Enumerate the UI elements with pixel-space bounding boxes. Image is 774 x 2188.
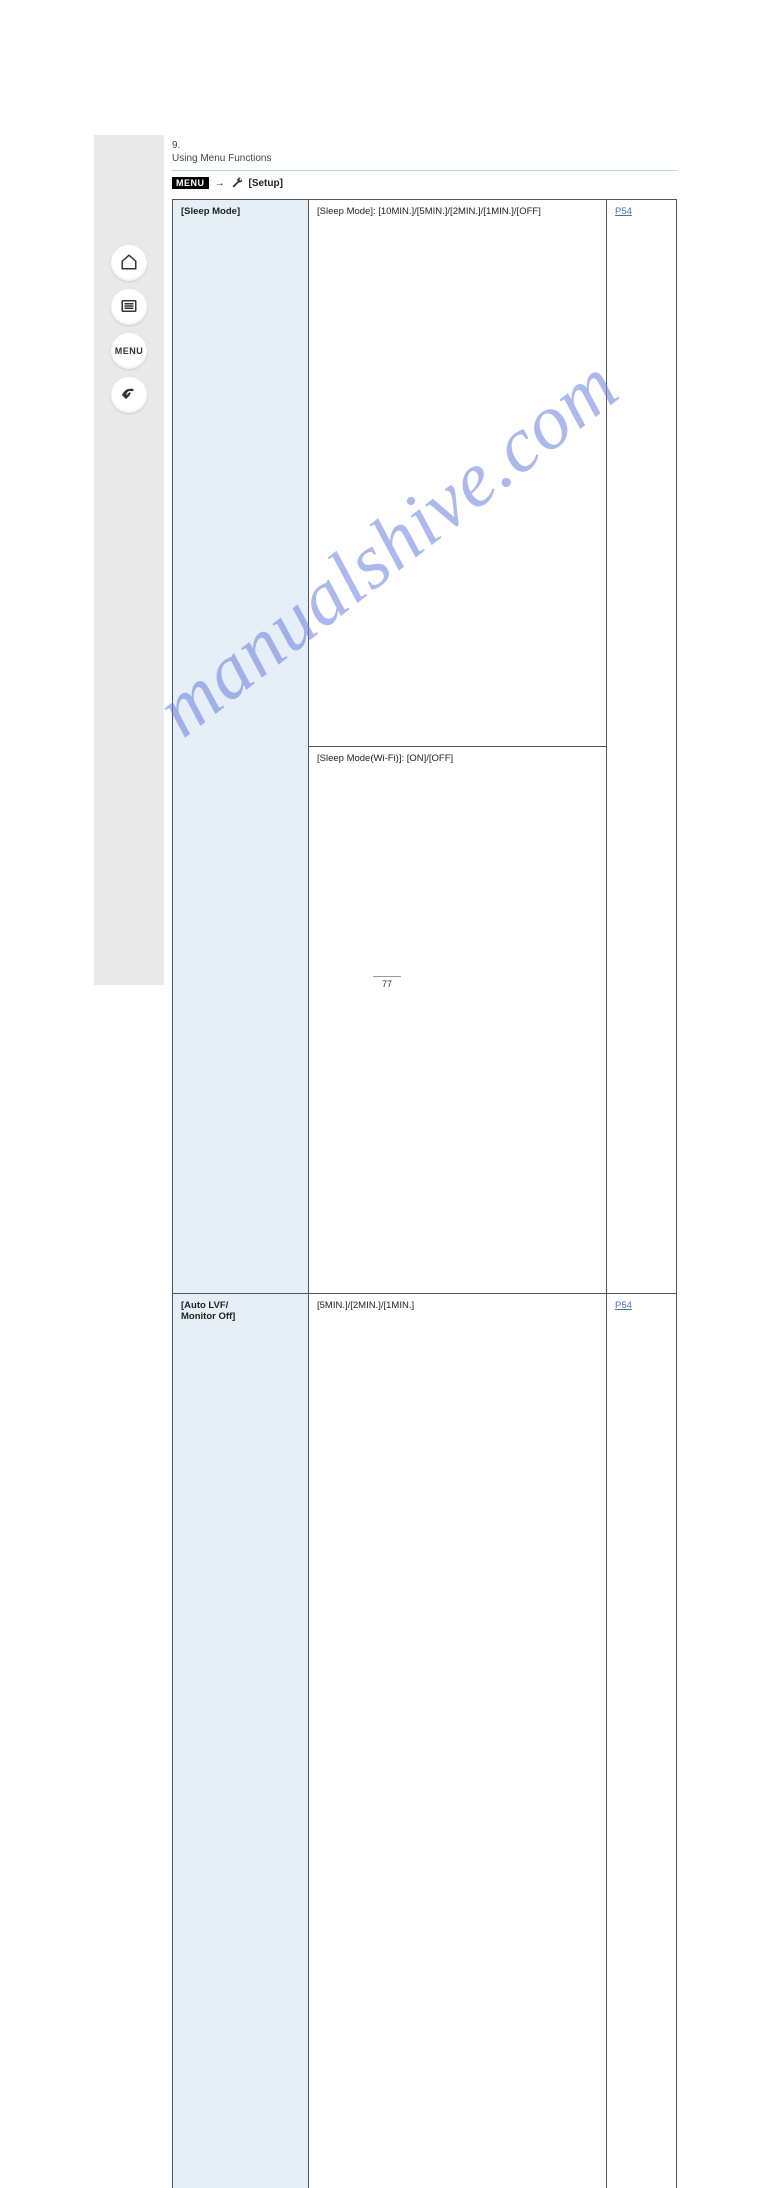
menu-button[interactable]: MENU	[111, 333, 147, 369]
setting-desc: [5MIN.]/[2MIN.]/[1MIN.]	[309, 1294, 607, 2188]
setting-label: [Sleep Mode]	[173, 200, 309, 1294]
setting-desc: [Sleep Mode(Wi-Fi)]: [ON]/[OFF]	[309, 747, 607, 1294]
home-icon	[120, 253, 138, 274]
page-ref[interactable]: P54	[607, 1294, 677, 2188]
back-icon	[120, 385, 138, 406]
toc-button[interactable]	[111, 289, 147, 325]
settings-table: [Sleep Mode] [Sleep Mode]: [10MIN.]/[5MI…	[172, 199, 677, 2188]
sidebar: MENU	[94, 135, 164, 985]
menu-path: MENU → [Setup]	[172, 177, 677, 189]
page-number: 77	[373, 976, 401, 989]
arrow-icon: →	[215, 178, 225, 189]
setting-label: [Auto LVF/ Monitor Off]	[173, 1294, 309, 2188]
nav-buttons: MENU	[111, 245, 147, 413]
table-row: [Auto LVF/ Monitor Off] [5MIN.]/[2MIN.]/…	[173, 1294, 677, 2188]
tab-name: [Setup]	[249, 178, 283, 189]
setting-desc: [Sleep Mode]: [10MIN.]/[5MIN.]/[2MIN.]/[…	[309, 200, 607, 747]
page-ref[interactable]: P54	[607, 200, 677, 1294]
back-button[interactable]	[111, 377, 147, 413]
menu-badge: MENU	[172, 177, 209, 189]
home-button[interactable]	[111, 245, 147, 281]
divider	[172, 170, 677, 171]
table-row: [Sleep Mode] [Sleep Mode]: [10MIN.]/[5MI…	[173, 200, 677, 747]
wrench-icon	[231, 177, 243, 189]
main-content: 9. Using Menu Functions MENU → [Setup] […	[172, 140, 677, 2188]
menu-label: MENU	[115, 346, 144, 356]
list-icon	[120, 297, 138, 318]
section-title: Using Menu Functions	[172, 153, 677, 164]
section-number: 9.	[172, 140, 677, 151]
